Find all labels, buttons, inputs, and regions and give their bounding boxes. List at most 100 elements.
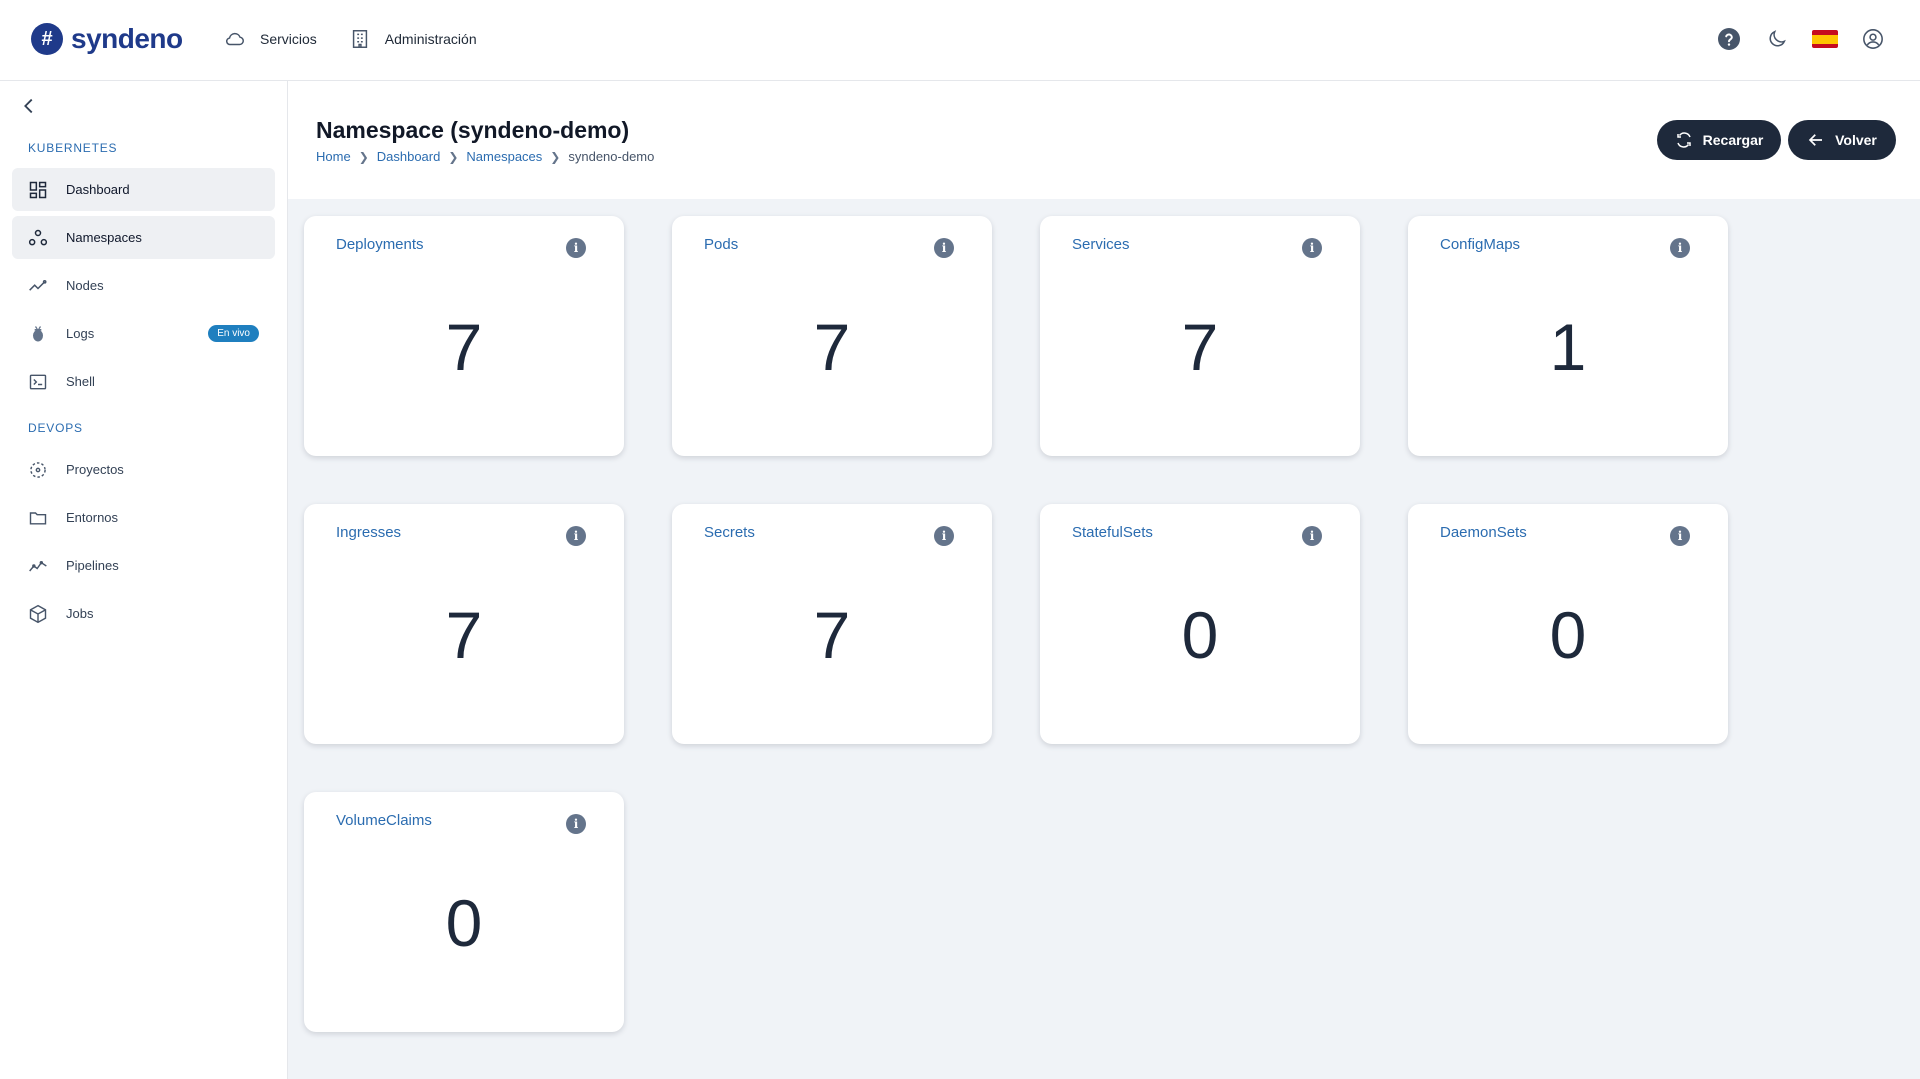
- live-badge: En vivo: [208, 325, 259, 342]
- info-icon[interactable]: i: [1302, 526, 1322, 546]
- building-icon: [352, 30, 367, 48]
- info-icon[interactable]: i: [934, 238, 954, 258]
- reload-button[interactable]: Recargar: [1657, 120, 1781, 160]
- info-icon[interactable]: i: [1670, 238, 1690, 258]
- help-circle-icon[interactable]: [1716, 26, 1742, 52]
- terminal-icon: [29, 374, 47, 389]
- sidebar-item-label: Jobs: [66, 606, 94, 621]
- card-value: 0: [1181, 598, 1219, 672]
- section-title-devops: DEVOPS: [28, 421, 83, 435]
- page-title: Namespace (syndeno-demo): [316, 117, 630, 143]
- topnav-administracion[interactable]: Administración: [349, 28, 477, 50]
- section-title-kubernetes: KUBERNETES: [28, 141, 118, 155]
- stat-card-services[interactable]: Services i 7: [1040, 216, 1360, 456]
- sidebar-item-logs[interactable]: Logs En vivo: [12, 312, 275, 355]
- chevron-right-icon: ❯: [358, 149, 369, 164]
- topnav-administracion-label: Administración: [384, 31, 477, 47]
- stat-card-volumeclaims[interactable]: VolumeClaims i 0: [304, 792, 624, 1032]
- stat-card-daemonsets[interactable]: DaemonSets i 0: [1408, 504, 1728, 744]
- language-flag-es[interactable]: [1812, 26, 1838, 52]
- sidebar-item-label: Proyectos: [66, 462, 124, 477]
- arrow-left-icon: [1808, 134, 1823, 146]
- sidebar-item-nodes[interactable]: Nodes: [12, 264, 275, 307]
- chevron-right-icon: ❯: [448, 149, 459, 164]
- stat-card-configmaps[interactable]: ConfigMaps i 1: [1408, 216, 1728, 456]
- chevron-right-icon: ❯: [550, 149, 561, 164]
- bug-icon: [33, 325, 43, 341]
- breadcrumb-namespaces[interactable]: Namespaces: [466, 149, 542, 164]
- card-value: 1: [1549, 310, 1587, 384]
- card-title[interactable]: Secrets: [704, 524, 755, 541]
- cube-icon: [29, 604, 47, 623]
- sidebar-item-shell[interactable]: Shell: [12, 360, 275, 403]
- card-value: 7: [813, 310, 851, 384]
- sidebar-item-label: Pipelines: [66, 558, 119, 573]
- card-title[interactable]: DaemonSets: [1440, 524, 1527, 541]
- sidebar-item-label: Logs: [66, 326, 95, 341]
- sidebar: KUBERNETES Dashboard Namespaces Nodes Lo…: [0, 81, 288, 1079]
- sidebar-item-dashboard[interactable]: Dashboard: [12, 168, 275, 211]
- back-button[interactable]: Volver: [1788, 120, 1896, 160]
- card-value: 7: [445, 310, 483, 384]
- card-value: 0: [1549, 598, 1587, 672]
- nodes-icon: [29, 279, 47, 291]
- spain-flag-icon: [1812, 30, 1838, 48]
- sidebar-item-label: Entornos: [66, 510, 119, 525]
- sidebar-item-label: Shell: [66, 374, 95, 389]
- card-value: 0: [445, 886, 483, 960]
- cloud-icon: [226, 32, 244, 46]
- sidebar-item-label: Dashboard: [66, 182, 130, 197]
- sidebar-item-entornos[interactable]: Entornos: [12, 496, 275, 539]
- pipelines-icon: [29, 560, 47, 571]
- breadcrumb-home[interactable]: Home: [316, 149, 351, 164]
- reload-label: Recargar: [1702, 132, 1764, 148]
- info-icon[interactable]: i: [566, 526, 586, 546]
- stat-card-secrets[interactable]: Secrets i 7: [672, 504, 992, 744]
- card-title[interactable]: StatefulSets: [1072, 524, 1153, 541]
- card-title[interactable]: Deployments: [336, 236, 424, 253]
- stat-card-pods[interactable]: Pods i 7: [672, 216, 992, 456]
- user-circle-icon[interactable]: [1860, 26, 1886, 52]
- info-icon[interactable]: i: [934, 526, 954, 546]
- projects-icon: [30, 461, 46, 478]
- logo-text: syndeno: [71, 23, 183, 54]
- stat-card-statefulsets[interactable]: StatefulSets i 0: [1040, 504, 1360, 744]
- breadcrumb: Home ❯ Dashboard ❯ Namespaces ❯ syndeno-…: [316, 149, 654, 164]
- sidebar-item-namespaces[interactable]: Namespaces: [12, 216, 275, 259]
- info-icon[interactable]: i: [1302, 238, 1322, 258]
- card-title[interactable]: Ingresses: [336, 524, 401, 541]
- card-title[interactable]: Pods: [704, 236, 738, 253]
- logo[interactable]: # syndeno: [31, 23, 183, 55]
- card-title[interactable]: Services: [1072, 236, 1130, 253]
- main-content: Namespace (syndeno-demo) Home ❯ Dashboar…: [288, 81, 1920, 1079]
- info-icon[interactable]: i: [566, 814, 586, 834]
- sidebar-item-label: Nodes: [66, 278, 104, 293]
- card-title[interactable]: VolumeClaims: [336, 812, 432, 829]
- top-bar: # syndeno Servicios Administración: [0, 0, 1920, 81]
- topnav-servicios-label: Servicios: [260, 31, 317, 47]
- sidebar-item-pipelines[interactable]: Pipelines: [12, 544, 275, 587]
- stat-card-deployments[interactable]: Deployments i 7: [304, 216, 624, 456]
- moon-icon[interactable]: [1764, 26, 1790, 52]
- card-value: 7: [813, 598, 851, 672]
- card-value: 7: [445, 598, 483, 672]
- card-value: 7: [1181, 310, 1219, 384]
- stat-card-ingresses[interactable]: Ingresses i 7: [304, 504, 624, 744]
- info-icon[interactable]: i: [1670, 526, 1690, 546]
- breadcrumb-current: syndeno-demo: [568, 149, 655, 164]
- topnav-servicios[interactable]: Servicios: [224, 28, 317, 50]
- top-nav: Servicios Administración: [224, 28, 477, 50]
- sidebar-item-jobs[interactable]: Jobs: [12, 592, 275, 635]
- info-icon[interactable]: i: [566, 238, 586, 258]
- card-title[interactable]: ConfigMaps: [1440, 236, 1520, 253]
- page-header: Namespace (syndeno-demo) Home ❯ Dashboar…: [288, 81, 1920, 199]
- folder-icon: [29, 511, 47, 525]
- sidebar-item-proyectos[interactable]: Proyectos: [12, 448, 275, 491]
- back-label: Volver: [1835, 132, 1877, 148]
- breadcrumb-dashboard[interactable]: Dashboard: [377, 149, 441, 164]
- refresh-icon: [1676, 132, 1691, 148]
- top-actions: [1716, 26, 1886, 52]
- sidebar-item-label: Namespaces: [66, 230, 142, 245]
- dashboard-icon: [29, 181, 47, 198]
- collapse-sidebar-chevron-left-icon[interactable]: [18, 95, 40, 117]
